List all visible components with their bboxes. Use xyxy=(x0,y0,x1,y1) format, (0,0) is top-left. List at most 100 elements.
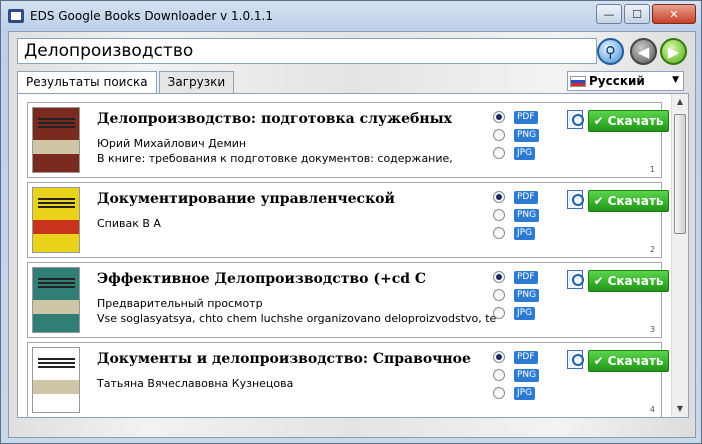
magnifier-icon: ⚲ xyxy=(605,42,616,61)
preview-icon[interactable] xyxy=(566,189,586,211)
checkmark-icon: ✔ xyxy=(593,114,604,128)
book-author: Татьяна Вячеславовна Кузнецова xyxy=(97,377,294,390)
format-label: PDF xyxy=(514,270,538,284)
format-option[interactable]: PDF xyxy=(493,268,543,286)
language-value: Русский xyxy=(589,74,645,88)
language-select[interactable]: Русский ▼ xyxy=(567,71,684,91)
format-radio[interactable] xyxy=(493,129,505,141)
format-label: PNG xyxy=(514,368,540,382)
client-area: ⚲ ◀ ▶ Результаты поиска Загрузки Русский… xyxy=(8,31,696,438)
window-controls: — ☐ ✕ xyxy=(596,4,696,24)
format-label: JPG xyxy=(514,226,536,240)
format-label: PNG xyxy=(514,128,540,142)
format-option[interactable]: JPG xyxy=(493,304,543,322)
format-radio[interactable] xyxy=(493,369,505,381)
book-title: Делопроизводство: подготовка служебных xyxy=(97,111,452,127)
download-button[interactable]: ✔ Скачать xyxy=(588,270,669,292)
arrow-right-icon: ▶ xyxy=(667,42,680,61)
download-button[interactable]: ✔ Скачать xyxy=(588,190,669,212)
format-radio[interactable] xyxy=(493,307,505,319)
results-list: Делопроизводство: подготовка служебных Ю… xyxy=(17,93,689,418)
format-radio[interactable] xyxy=(493,289,505,301)
format-label: JPG xyxy=(514,306,536,320)
book-cover xyxy=(32,347,80,413)
result-card: Документирование управленческой Спивак В… xyxy=(27,182,669,258)
format-options: PDF PNG JPG xyxy=(493,268,543,322)
forward-button[interactable]: ▶ xyxy=(660,38,687,65)
title-bar: EDS Google Books Downloader v 1.0.1.1 — … xyxy=(1,1,701,31)
format-radio[interactable] xyxy=(493,147,505,159)
window-title: EDS Google Books Downloader v 1.0.1.1 xyxy=(30,9,273,23)
result-number: 4 xyxy=(649,405,655,414)
book-cover xyxy=(32,107,80,173)
result-card: Эффективное Делопроизводство (+cd С Пред… xyxy=(27,262,669,338)
checkmark-icon: ✔ xyxy=(593,274,604,288)
scroll-up-icon[interactable]: ▲ xyxy=(672,94,688,110)
download-button[interactable]: ✔ Скачать xyxy=(588,350,669,372)
book-author: Предварительный просмотр xyxy=(97,297,263,310)
format-radio[interactable] xyxy=(493,387,505,399)
back-button[interactable]: ◀ xyxy=(630,38,657,65)
format-option[interactable]: PDF xyxy=(493,188,543,206)
format-radio[interactable] xyxy=(493,227,505,239)
dropdown-arrow-icon: ▼ xyxy=(672,75,679,85)
result-number: 1 xyxy=(649,165,655,174)
format-label: PNG xyxy=(514,208,540,222)
book-cover xyxy=(32,187,80,253)
result-card: Делопроизводство: подготовка служебных Ю… xyxy=(27,102,669,178)
preview-icon[interactable] xyxy=(566,109,586,131)
tab-strip: Результаты поиска Загрузки xyxy=(17,71,236,94)
checkmark-icon: ✔ xyxy=(593,354,604,368)
format-radio[interactable] xyxy=(493,111,505,123)
book-title: Документирование управленческой xyxy=(97,191,395,207)
format-label: PNG xyxy=(514,288,540,302)
format-options: PDF PNG JPG xyxy=(493,108,543,162)
result-number: 2 xyxy=(649,245,655,254)
format-radio[interactable] xyxy=(493,209,505,221)
format-options: PDF PNG JPG xyxy=(493,348,543,402)
close-button[interactable]: ✕ xyxy=(652,4,696,24)
book-cover xyxy=(32,267,80,333)
book-author: Спивак В А xyxy=(97,217,161,230)
format-label: PDF xyxy=(514,110,538,124)
format-options: PDF PNG JPG xyxy=(493,188,543,242)
book-description: Vse soglasyatsya, chto chem luchshe orga… xyxy=(97,312,497,325)
format-radio[interactable] xyxy=(493,351,505,363)
format-option[interactable]: PDF xyxy=(493,348,543,366)
scroll-thumb[interactable] xyxy=(674,114,686,234)
maximize-button[interactable]: ☐ xyxy=(624,4,650,24)
app-window: EDS Google Books Downloader v 1.0.1.1 — … xyxy=(0,0,702,444)
result-number: 3 xyxy=(649,325,655,334)
vertical-scrollbar[interactable]: ▲ ▼ xyxy=(671,94,688,417)
tab-search-results[interactable]: Результаты поиска xyxy=(17,71,157,94)
book-author: Юрий Михайлович Демин xyxy=(97,137,247,150)
format-label: JPG xyxy=(514,386,536,400)
arrow-left-icon: ◀ xyxy=(637,42,650,61)
russia-flag-icon xyxy=(570,75,586,87)
format-label: JPG xyxy=(514,146,536,160)
format-option[interactable]: PNG xyxy=(493,366,543,384)
format-option[interactable]: JPG xyxy=(493,384,543,402)
format-radio[interactable] xyxy=(493,271,505,283)
format-radio[interactable] xyxy=(493,191,505,203)
format-option[interactable]: PNG xyxy=(493,126,543,144)
search-input[interactable] xyxy=(17,38,597,64)
download-button[interactable]: ✔ Скачать xyxy=(588,110,669,132)
preview-icon[interactable] xyxy=(566,349,586,371)
book-description: В книге: требования к подготовке докумен… xyxy=(97,152,453,165)
search-button[interactable]: ⚲ xyxy=(597,38,624,65)
format-option[interactable]: JPG xyxy=(493,144,543,162)
format-label: PDF xyxy=(514,350,538,364)
format-option[interactable]: JPG xyxy=(493,224,543,242)
format-option[interactable]: PDF xyxy=(493,108,543,126)
format-option[interactable]: PNG xyxy=(493,286,543,304)
scroll-down-icon[interactable]: ▼ xyxy=(672,401,688,417)
checkmark-icon: ✔ xyxy=(593,194,604,208)
book-title: Документы и делопроизводство: Справочное xyxy=(97,351,471,367)
format-label: PDF xyxy=(514,190,538,204)
tab-downloads[interactable]: Загрузки xyxy=(158,71,235,93)
result-card: Документы и делопроизводство: Справочное… xyxy=(27,342,669,417)
format-option[interactable]: PNG xyxy=(493,206,543,224)
minimize-button[interactable]: — xyxy=(596,4,622,24)
preview-icon[interactable] xyxy=(566,269,586,291)
